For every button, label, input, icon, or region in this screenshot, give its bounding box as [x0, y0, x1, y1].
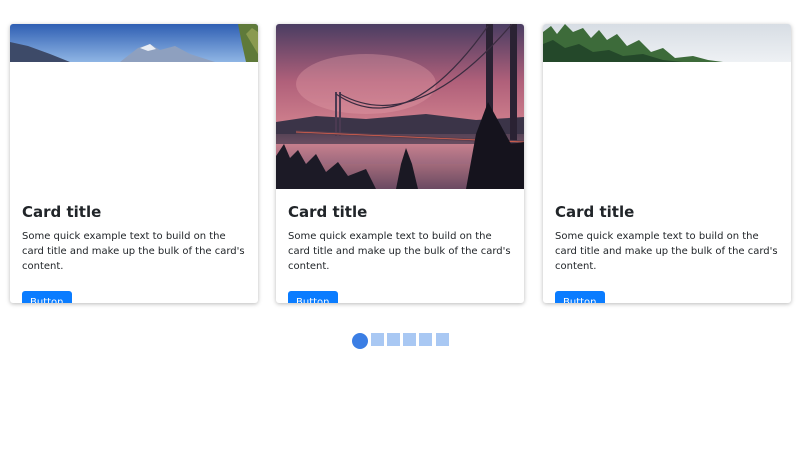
pagination-dot-1[interactable] [352, 333, 368, 349]
card-carousel: Card title Some quick example text to bu… [0, 0, 800, 450]
pagination-dot-2[interactable] [371, 333, 384, 346]
card-title: Card title [555, 203, 635, 221]
pagination-dot-4[interactable] [403, 333, 416, 346]
card-button[interactable]: Button [22, 291, 72, 303]
card-title: Card title [22, 203, 102, 221]
card-body: Card title Some quick example text to bu… [555, 203, 779, 303]
pagination-dot-3[interactable] [387, 333, 400, 346]
card-2: Card title Some quick example text to bu… [276, 24, 524, 303]
card-button[interactable]: Button [555, 291, 605, 303]
card-button[interactable]: Button [288, 291, 338, 303]
card-body: Card title Some quick example text to bu… [22, 203, 246, 303]
card-body: Card title Some quick example text to bu… [288, 203, 512, 303]
pagination-dot-6[interactable] [436, 333, 449, 346]
card-text: Some quick example text to build on the … [288, 231, 511, 272]
card-1: Card title Some quick example text to bu… [10, 24, 258, 303]
forest-treeline-image [543, 24, 791, 62]
mountain-landscape-image [10, 24, 258, 62]
card-text: Some quick example text to build on the … [22, 231, 245, 272]
card-text: Some quick example text to build on the … [555, 231, 778, 272]
card-title: Card title [288, 203, 368, 221]
pagination-dot-5[interactable] [419, 333, 432, 346]
card-3: Card title Some quick example text to bu… [543, 24, 791, 303]
suspension-bridge-sunset-image [276, 24, 524, 189]
